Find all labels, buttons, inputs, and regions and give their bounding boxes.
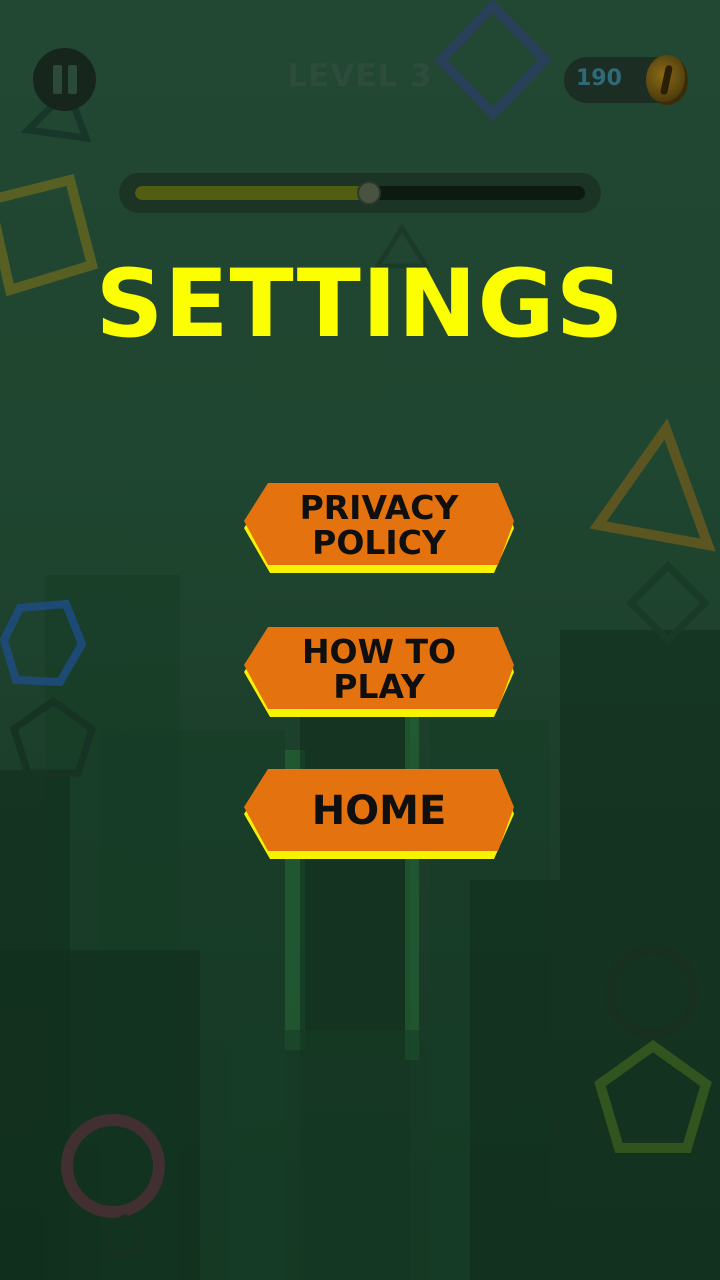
privacy-policy-button[interactable]: PRIVACY POLICY [242,483,516,575]
circle-outline-shape [605,945,699,1039]
circle-outline-shape [61,1114,165,1218]
how-to-play-label: HOW TO PLAY [301,632,457,706]
pentagon-outline-shape [594,1039,712,1153]
diamond-outline-shape [626,561,710,645]
progress-fill [135,186,369,200]
coin-icon [646,55,688,105]
background-building [470,880,560,1280]
pentagon-outline-shape [9,696,97,777]
home-label: HOME [311,787,447,834]
how-to-play-button[interactable]: HOW TO PLAY [242,627,516,719]
privacy-policy-label: PRIVACY POLICY [299,488,459,562]
page-title: SETTINGS [95,250,625,359]
background-building [230,1030,470,1280]
background-building [405,700,419,1060]
hexagon-outline-shape [0,600,87,687]
level-label: LEVEL 3 [287,58,433,94]
pentagon-outline-shape [101,1213,149,1256]
home-button[interactable]: HOME [242,769,516,861]
coin-count: 190 [576,66,622,91]
triangle-outline-shape [590,418,716,552]
pause-button[interactable] [33,48,96,111]
progress-knob [357,181,381,205]
